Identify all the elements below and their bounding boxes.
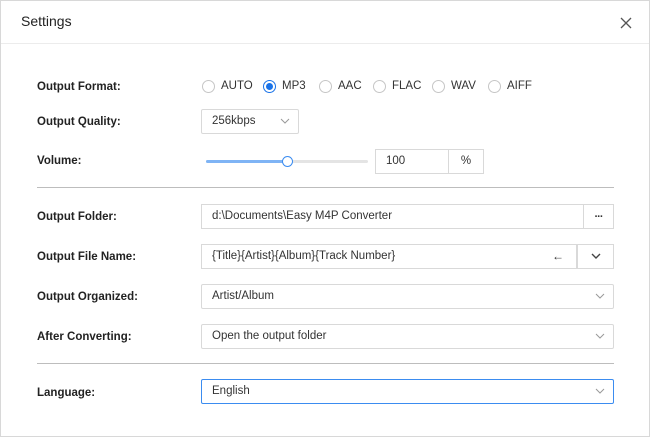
output-file-name-field[interactable]: {Title}{Artist}{Album}{Track Number} ←	[201, 244, 577, 269]
volume-slider-fill	[206, 160, 287, 163]
output-file-name-value: {Title}{Artist}{Album}{Track Number}	[212, 250, 396, 262]
chevron-down-icon	[591, 253, 600, 259]
radio-aac[interactable]: AAC	[319, 78, 362, 94]
output-quality-value: 256kbps	[212, 115, 256, 127]
radio-circle	[488, 79, 501, 93]
language-value: English	[212, 385, 250, 397]
radio-label: AIFF	[507, 80, 532, 92]
backspace-icon[interactable]: ←	[552, 245, 564, 268]
output-folder-path: d:\Documents\Easy M4P Converter	[212, 210, 393, 222]
radio-label: WAV	[451, 80, 476, 92]
browse-folder-button[interactable]: ···	[583, 204, 614, 229]
after-converting-label: After Converting:	[37, 331, 132, 343]
title-bar: Settings	[1, 1, 649, 44]
radio-circle	[263, 79, 276, 93]
settings-dialog: Settings Output Format: AUTO MP3 AAC FLA…	[0, 0, 650, 437]
radio-circle	[432, 79, 445, 93]
language-label: Language:	[37, 387, 96, 399]
output-quality-select[interactable]: 256kbps	[201, 109, 299, 134]
volume-unit-label: %	[460, 155, 472, 167]
section-divider	[37, 187, 614, 188]
language-select[interactable]: English	[201, 379, 614, 404]
output-file-name-label: Output File Name:	[37, 251, 137, 263]
radio-label: FLAC	[392, 80, 422, 92]
output-folder-field[interactable]: d:\Documents\Easy M4P Converter	[201, 204, 584, 229]
volume-slider[interactable]	[206, 156, 368, 167]
output-organized-select[interactable]: Artist/Album	[201, 284, 614, 309]
more-icon: ···	[594, 210, 604, 223]
chevron-down-icon	[595, 333, 605, 339]
after-converting-value: Open the output folder	[212, 330, 327, 342]
volume-label: Volume:	[37, 155, 82, 167]
radio-aiff[interactable]: AIFF	[488, 78, 532, 94]
volume-value: 100	[386, 155, 406, 167]
after-converting-select[interactable]: Open the output folder	[201, 324, 614, 349]
volume-slider-thumb[interactable]	[282, 156, 293, 167]
chevron-down-icon	[595, 388, 605, 394]
file-name-tag-dropdown-button[interactable]	[577, 244, 614, 269]
radio-circle	[319, 79, 332, 93]
radio-label: MP3	[282, 80, 306, 92]
output-organized-value: Artist/Album	[212, 290, 274, 302]
output-organized-label: Output Organized:	[37, 291, 138, 303]
chevron-down-icon	[280, 118, 290, 124]
volume-unit: %	[448, 149, 484, 174]
dialog-title: Settings	[21, 13, 72, 29]
radio-mp3[interactable]: MP3	[263, 78, 306, 94]
close-icon	[620, 17, 632, 29]
output-quality-label: Output Quality:	[37, 116, 121, 128]
chevron-down-icon	[595, 293, 605, 299]
radio-label: AUTO	[221, 80, 253, 92]
radio-flac[interactable]: FLAC	[373, 78, 421, 94]
radio-circle	[202, 79, 215, 93]
output-format-label: Output Format:	[37, 81, 121, 93]
section-divider	[37, 363, 614, 364]
output-folder-label: Output Folder:	[37, 211, 117, 223]
close-button[interactable]	[613, 10, 639, 36]
radio-wav[interactable]: WAV	[432, 78, 476, 94]
radio-auto[interactable]: AUTO	[202, 78, 253, 94]
radio-label: AAC	[338, 80, 362, 92]
volume-input[interactable]: 100	[375, 149, 449, 174]
radio-circle	[373, 79, 386, 93]
